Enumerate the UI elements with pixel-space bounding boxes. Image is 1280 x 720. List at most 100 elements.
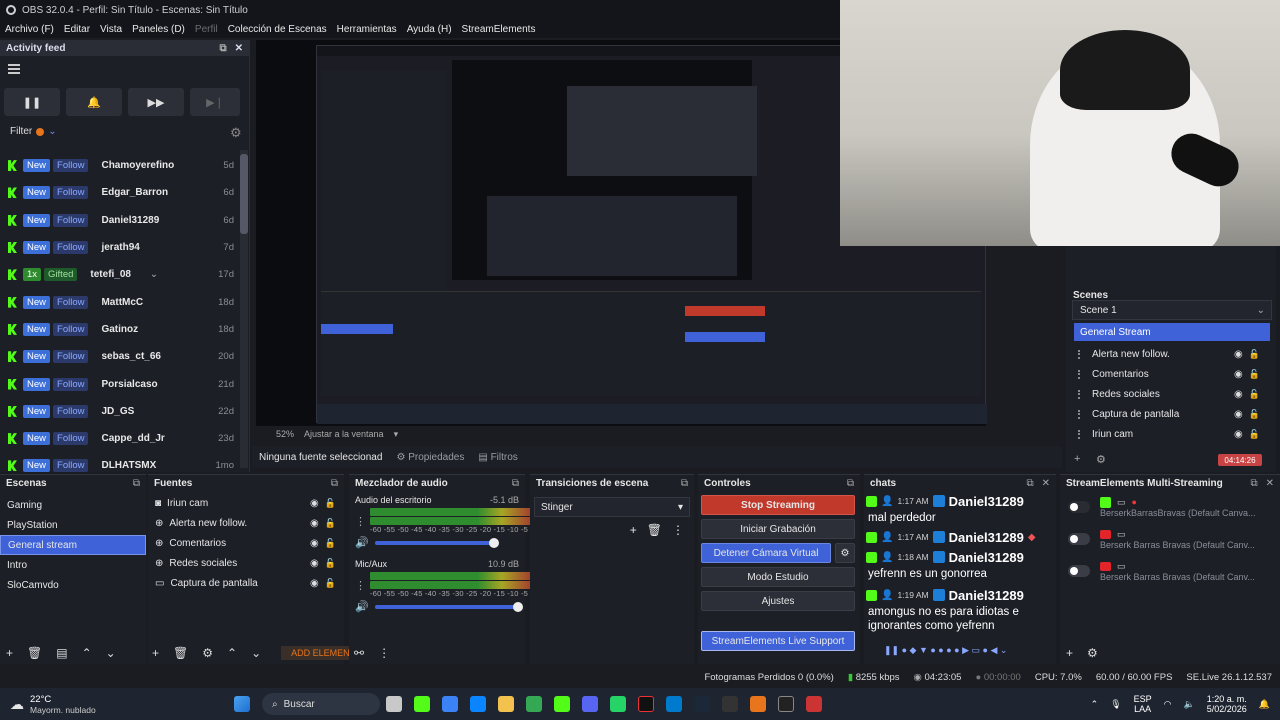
scene-item[interactable]: SloCamvdo	[0, 575, 146, 595]
speaker-icon[interactable]: 🔊	[355, 600, 369, 613]
lock-icon[interactable]: 🔓	[325, 518, 336, 529]
float-icon[interactable]: ⧉	[219, 43, 226, 54]
eye-icon[interactable]: ◉	[1234, 369, 1243, 380]
float-icon[interactable]: ⧉	[331, 478, 338, 489]
close-icon[interactable]: ✕	[1266, 478, 1274, 489]
source-item[interactable]: ⊕ Alerta new follow. ◉ 🔓	[148, 513, 344, 533]
activity-feed-item[interactable]: 1x Gifted tetefi_08 ⌄ 17d	[0, 261, 240, 288]
speaker-icon[interactable]: 🔊	[355, 536, 369, 549]
chevron-down-icon[interactable]: ▾	[394, 429, 399, 440]
file-explorer-icon[interactable]	[498, 696, 514, 712]
menu-help[interactable]: Ayuda (H)	[407, 24, 452, 35]
add-icon[interactable]: +	[630, 523, 637, 537]
menu-streamelements[interactable]: StreamElements	[462, 24, 536, 35]
multistream-row[interactable]: ▭ Berserk Barras Bravas (Default Canv...	[1060, 555, 1280, 587]
clock[interactable]: 1:20 a. m. 5/02/2026	[1207, 694, 1247, 714]
toggle-switch[interactable]	[1068, 533, 1090, 545]
pause-button[interactable]: ❚❚	[4, 88, 60, 116]
eye-icon[interactable]: ◉	[1234, 349, 1243, 360]
right-source-item[interactable]: Redes sociales ◉ 🔓	[1078, 384, 1268, 404]
activity-feed-item[interactable]: New Follow sebas_ct_66 20d	[0, 343, 240, 370]
activity-feed-item[interactable]: New Follow Chamoyerefino 5d	[0, 152, 240, 179]
float-icon[interactable]: ⧉	[847, 478, 854, 489]
more-icon[interactable]: ⋮	[672, 523, 684, 537]
close-icon[interactable]: ✕	[1042, 478, 1050, 489]
whatsapp-icon[interactable]	[610, 696, 626, 712]
right-source-item[interactable]: Alerta new follow. ◉ 🔓	[1078, 344, 1268, 364]
scene-item[interactable]: Gaming	[0, 495, 146, 515]
menu-tools[interactable]: Herramientas	[337, 24, 397, 35]
activity-feed-item[interactable]: New Follow Cappe_dd_Jr 23d	[0, 425, 240, 452]
app-icon[interactable]	[750, 696, 766, 712]
right-source-item[interactable]: Comentarios ◉ 🔓	[1078, 364, 1268, 384]
gear-icon[interactable]: ⚙	[1096, 453, 1106, 466]
trash-icon[interactable]: 🗑	[173, 646, 188, 660]
volume-slider[interactable]	[374, 537, 499, 548]
eye-icon[interactable]: ◉	[1234, 429, 1243, 440]
activity-feed-item[interactable]: New Follow Edgar_Barron 6d	[0, 179, 240, 206]
activity-feed-item[interactable]: New Follow jerath94 7d	[0, 234, 240, 261]
fit-window[interactable]: Ajustar a la ventana	[304, 429, 384, 439]
app-icon[interactable]	[806, 696, 822, 712]
stop-streaming-button[interactable]: Stop Streaming	[701, 495, 855, 515]
filter-icon[interactable]: ▤	[56, 646, 67, 660]
menu-file[interactable]: Archivo (F)	[5, 24, 54, 35]
close-icon[interactable]: ✕	[235, 43, 243, 54]
source-item[interactable]: ◙ Iriun cam ◉ 🔓	[148, 493, 344, 513]
eye-icon[interactable]: ◉	[310, 538, 319, 549]
mic-icon[interactable]: 🎙	[1110, 699, 1121, 710]
activity-feed-item[interactable]: New Follow Daniel31289 6d	[0, 207, 240, 234]
eye-icon[interactable]: ◉	[310, 518, 319, 529]
taskbar-search[interactable]: ⌕ Buscar	[262, 693, 380, 715]
volume-icon[interactable]: 🔈	[1184, 699, 1195, 710]
bell-button[interactable]: 🔔	[66, 88, 122, 116]
volume-slider[interactable]	[374, 601, 524, 612]
gear-icon[interactable]: ⚙	[202, 646, 213, 660]
activity-feed-item[interactable]: New Follow MattMcC 18d	[0, 288, 240, 315]
lock-icon[interactable]: 🔓	[1249, 389, 1260, 400]
lock-icon[interactable]: 🔓	[1249, 369, 1260, 380]
menu-edit[interactable]: Editar	[64, 24, 90, 35]
scene-select[interactable]: Scene 1 ⌄	[1072, 300, 1272, 320]
float-icon[interactable]: ⧉	[1250, 478, 1257, 489]
kick-app-icon[interactable]	[414, 696, 430, 712]
stop-virtual-camera-button[interactable]: Detener Cámara Virtual	[701, 543, 831, 563]
start-recording-button[interactable]: Iniciar Grabación	[701, 519, 855, 539]
notifications-icon[interactable]: 🔔	[1259, 699, 1270, 710]
float-icon[interactable]: ⧉	[1026, 478, 1033, 489]
multistream-row[interactable]: ▭ Berserk Barras Bravas (Default Canv...	[1060, 523, 1280, 555]
activity-feed-item[interactable]: New Follow Porsialcaso 21d	[0, 370, 240, 397]
transition-select[interactable]: Stinger ▾	[534, 497, 690, 517]
menu-docks[interactable]: Paneles (D)	[132, 24, 185, 35]
link-icon[interactable]: ⚯	[354, 646, 364, 660]
scene-item-selected[interactable]: General stream	[0, 535, 146, 555]
trash-icon[interactable]: 🗑	[647, 523, 662, 537]
tiktok-icon[interactable]	[638, 696, 654, 712]
add-icon[interactable]: +	[1066, 646, 1073, 660]
epic-icon[interactable]	[722, 696, 738, 712]
source-item[interactable]: ⊕ Comentarios ◉ 🔓	[148, 533, 344, 553]
menu-profile[interactable]: Perfil	[195, 24, 218, 35]
trash-icon[interactable]: 🗑	[27, 646, 42, 660]
wifi-icon[interactable]: ◠	[1164, 699, 1172, 710]
filter-control[interactable]: Filter ⌄	[10, 126, 57, 137]
discord-icon[interactable]	[582, 696, 598, 712]
gear-icon[interactable]: ⚙	[1087, 646, 1098, 660]
right-source-item[interactable]: Iriun cam ◉ 🔓	[1078, 424, 1268, 444]
lock-icon[interactable]: 🔓	[325, 578, 336, 589]
arrow-down-icon[interactable]: ⌄	[106, 646, 116, 660]
lock-icon[interactable]: 🔓	[325, 538, 336, 549]
arrow-down-icon[interactable]: ⌄	[251, 646, 261, 660]
lock-icon[interactable]: 🔓	[325, 558, 336, 569]
scene-item[interactable]: PlayStation	[0, 515, 146, 535]
menu-scene-collection[interactable]: Colección de Escenas	[228, 24, 327, 35]
weather-widget[interactable]: ☁ 22°C Mayorm. nublado	[0, 694, 228, 715]
lock-icon[interactable]: 🔓	[1249, 409, 1260, 420]
steam-icon[interactable]	[694, 696, 710, 712]
obs-app-icon[interactable]	[778, 696, 794, 712]
scene-item[interactable]: Intro	[0, 555, 146, 575]
lock-icon[interactable]: 🔓	[325, 498, 336, 509]
chevron-up-icon[interactable]: ⌃	[1091, 699, 1099, 710]
menu-view[interactable]: Vista	[100, 24, 122, 35]
source-item[interactable]: ▭ Captura de pantalla ◉ 🔓	[148, 573, 344, 593]
